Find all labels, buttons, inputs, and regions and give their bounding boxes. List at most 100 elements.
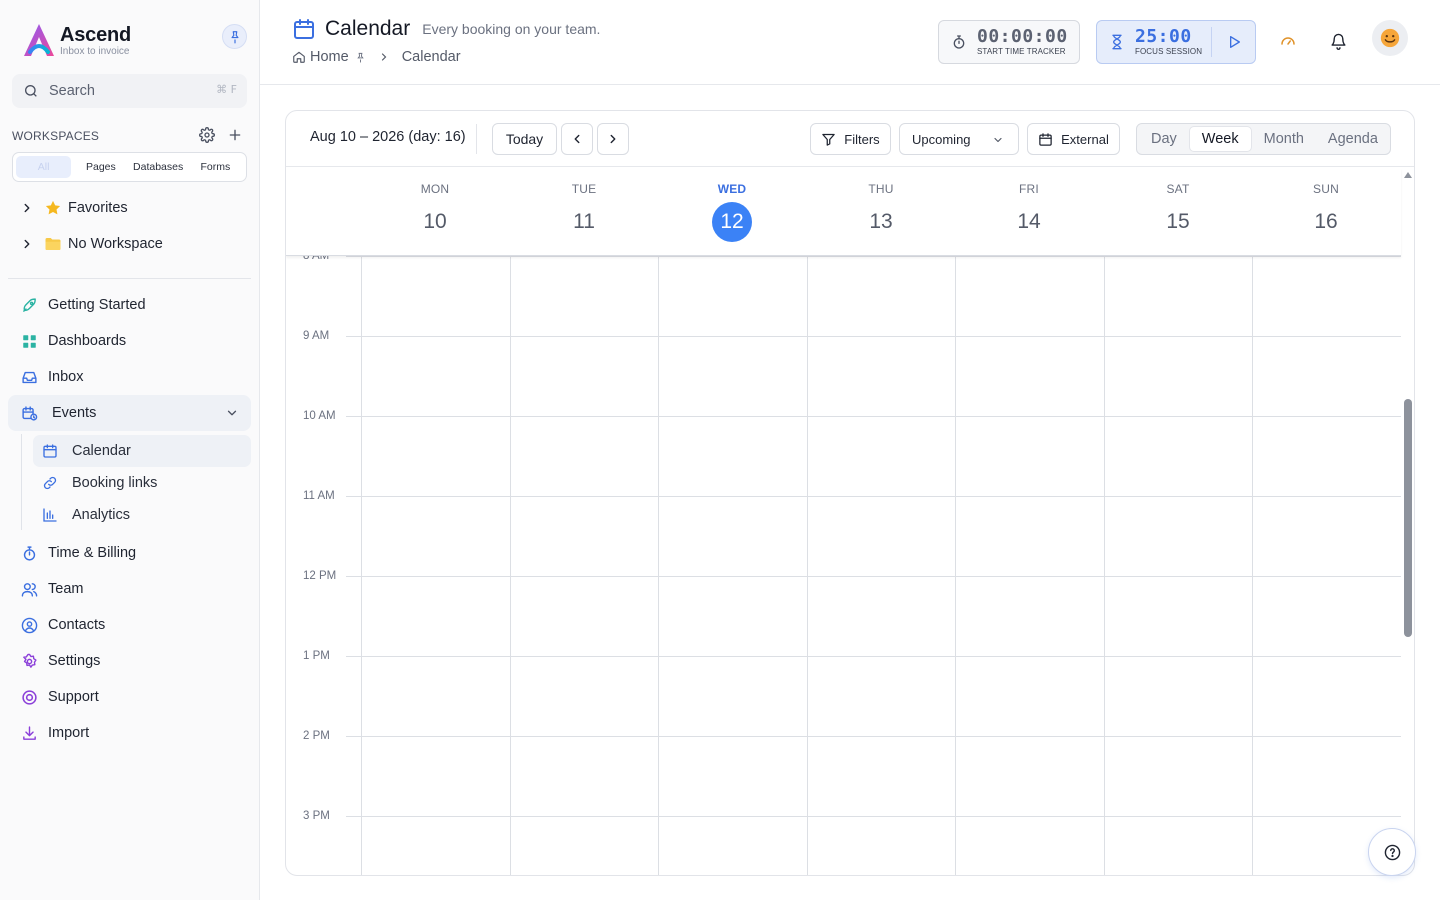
- hour-line: [346, 256, 1401, 257]
- view-agenda-button[interactable]: Agenda: [1316, 126, 1390, 152]
- brand-tagline: Inbox to invoice: [60, 45, 130, 57]
- chevron-right-icon: [610, 134, 616, 144]
- hour-line: [346, 576, 1401, 577]
- external-calendar-button[interactable]: External: [1027, 123, 1120, 155]
- view-week-button[interactable]: Week: [1188, 126, 1252, 152]
- start-focus-button[interactable]: [1211, 27, 1255, 57]
- filters-label: Filters: [844, 131, 880, 147]
- nav-item-settings[interactable]: Settings: [8, 643, 251, 679]
- speed-meter-button[interactable]: [1273, 26, 1303, 56]
- external-label: External: [1061, 131, 1109, 147]
- nav-item-support[interactable]: Support: [8, 679, 251, 715]
- tree-item-favorites[interactable]: Favorites: [20, 196, 128, 220]
- hour-line: [346, 656, 1401, 657]
- pin-icon[interactable]: [355, 52, 366, 63]
- nav-item-dashboards[interactable]: Dashboards: [8, 323, 251, 359]
- notifications-button[interactable]: [1323, 26, 1353, 56]
- nav-item-time-billing[interactable]: Time & Billing: [8, 535, 251, 571]
- nav-item-getting-started[interactable]: Getting Started: [8, 287, 251, 323]
- nav-item-events[interactable]: Events: [8, 395, 251, 431]
- workspaces-header: WORKSPACES: [12, 127, 247, 145]
- day-header-sat[interactable]: SAT 15: [1104, 168, 1252, 256]
- gear-icon: [22, 653, 37, 668]
- pin-sidebar-button[interactable]: [222, 24, 247, 49]
- day-of-week: FRI: [1019, 182, 1039, 196]
- plus-icon[interactable]: [227, 127, 243, 143]
- calendar-clock-icon: [21, 405, 37, 421]
- bar-chart-icon: [43, 508, 57, 522]
- day-column-divider: [361, 256, 362, 875]
- day-header-fri[interactable]: FRI 14: [955, 168, 1103, 256]
- ws-tab-forms[interactable]: Forms: [188, 156, 243, 178]
- nav-item-import[interactable]: Import: [8, 715, 251, 751]
- day-of-week: MON: [420, 182, 450, 196]
- sub-item-analytics[interactable]: Analytics: [33, 499, 251, 531]
- week-time-grid[interactable]: 8 AM 9 AM 10 AM 11 AM 12 PM 1 PM 2 PM 3 …: [286, 250, 1401, 875]
- brand[interactable]: Ascend Inbox to invoice: [22, 22, 131, 58]
- chevron-down-icon[interactable]: [225, 406, 239, 420]
- nav-item-label: Import: [48, 725, 90, 741]
- view-switcher: Day Week Month Agenda: [1136, 123, 1391, 155]
- workspaces-title: WORKSPACES: [12, 129, 100, 143]
- day-number: 11: [573, 210, 595, 233]
- stopwatch-icon: [953, 35, 965, 49]
- status-filter-select[interactable]: Upcoming: [899, 123, 1019, 155]
- ws-tab-databases[interactable]: Databases: [131, 156, 186, 178]
- stopwatch-icon: [23, 545, 35, 561]
- nav-item-label: Getting Started: [48, 297, 146, 313]
- nav-item-contacts[interactable]: Contacts: [8, 607, 251, 643]
- sub-item-booking-links[interactable]: Booking links: [33, 467, 251, 499]
- start-time-tracker-button[interactable]: 00:00:00 START TIME TRACKER: [938, 20, 1080, 64]
- tree-item-label: No Workspace: [68, 236, 163, 252]
- day-header-mon[interactable]: MON 10: [361, 168, 509, 256]
- nav-item-label: Inbox: [48, 369, 84, 385]
- avatar[interactable]: [1372, 20, 1408, 56]
- chevron-left-icon: [574, 134, 580, 144]
- hourglass-icon: [1112, 34, 1122, 50]
- calendar-icon: [43, 444, 57, 458]
- view-month-button[interactable]: Month: [1252, 126, 1316, 152]
- search-input[interactable]: Search ⌘ F: [12, 74, 247, 108]
- tree-item-no-workspace[interactable]: No Workspace: [20, 232, 163, 256]
- calendar-card: Aug 10 – 2026 (day: 16) Today Filters Up…: [285, 110, 1415, 876]
- day-number: 10: [423, 210, 447, 233]
- day-header-tue[interactable]: TUE 11: [510, 168, 658, 256]
- scrollbar-thumb[interactable]: [1404, 399, 1412, 637]
- calendar-icon: [1039, 132, 1052, 146]
- bell-icon: [1330, 33, 1346, 50]
- inbox-icon: [21, 371, 37, 383]
- hour-line: [346, 416, 1401, 417]
- previous-week-button[interactable]: [561, 123, 593, 155]
- today-button[interactable]: Today: [492, 123, 557, 155]
- gear-icon[interactable]: [199, 127, 215, 143]
- nav-item-inbox[interactable]: Inbox: [8, 359, 251, 395]
- ws-tab-pages[interactable]: Pages: [73, 156, 128, 178]
- nav-item-label: Settings: [48, 653, 101, 669]
- ws-tab-all[interactable]: All: [16, 156, 72, 178]
- brand-name: Ascend: [60, 23, 132, 46]
- chevron-right-icon: [24, 203, 30, 213]
- help-button[interactable]: [1368, 828, 1416, 876]
- day-number: 13: [869, 210, 893, 233]
- day-header-thu[interactable]: THU 13: [807, 168, 955, 256]
- focus-session-widget[interactable]: 25:00 FOCUS SESSION: [1096, 20, 1256, 64]
- home-icon: [293, 51, 305, 63]
- star-icon: [45, 200, 61, 215]
- week-day-header: MON 10 TUE 11 WED 12 THU 13 FRI 14 SAT 1…: [286, 168, 1401, 256]
- page-subtitle: Every booking on your team.: [422, 21, 601, 37]
- day-column-divider: [510, 256, 511, 875]
- view-day-button[interactable]: Day: [1139, 126, 1189, 152]
- nav-item-team[interactable]: Team: [8, 571, 251, 607]
- rocket-icon: [22, 297, 36, 312]
- day-header-wed-today[interactable]: WED 12: [658, 168, 806, 256]
- sub-item-calendar[interactable]: Calendar: [33, 435, 251, 467]
- day-header-sun[interactable]: SUN 16: [1252, 168, 1400, 256]
- smiley-avatar-icon: [1380, 28, 1400, 48]
- filters-button[interactable]: Filters: [810, 123, 891, 155]
- focus-session-value: 25:00: [1135, 26, 1192, 47]
- next-week-button[interactable]: [597, 123, 629, 155]
- breadcrumb-home[interactable]: Home: [310, 49, 349, 65]
- top-header: Calendar Every booking on your team. Hom…: [260, 0, 1440, 85]
- scroll-up-arrow-icon[interactable]: [1404, 171, 1412, 179]
- hour-line: [346, 336, 1401, 337]
